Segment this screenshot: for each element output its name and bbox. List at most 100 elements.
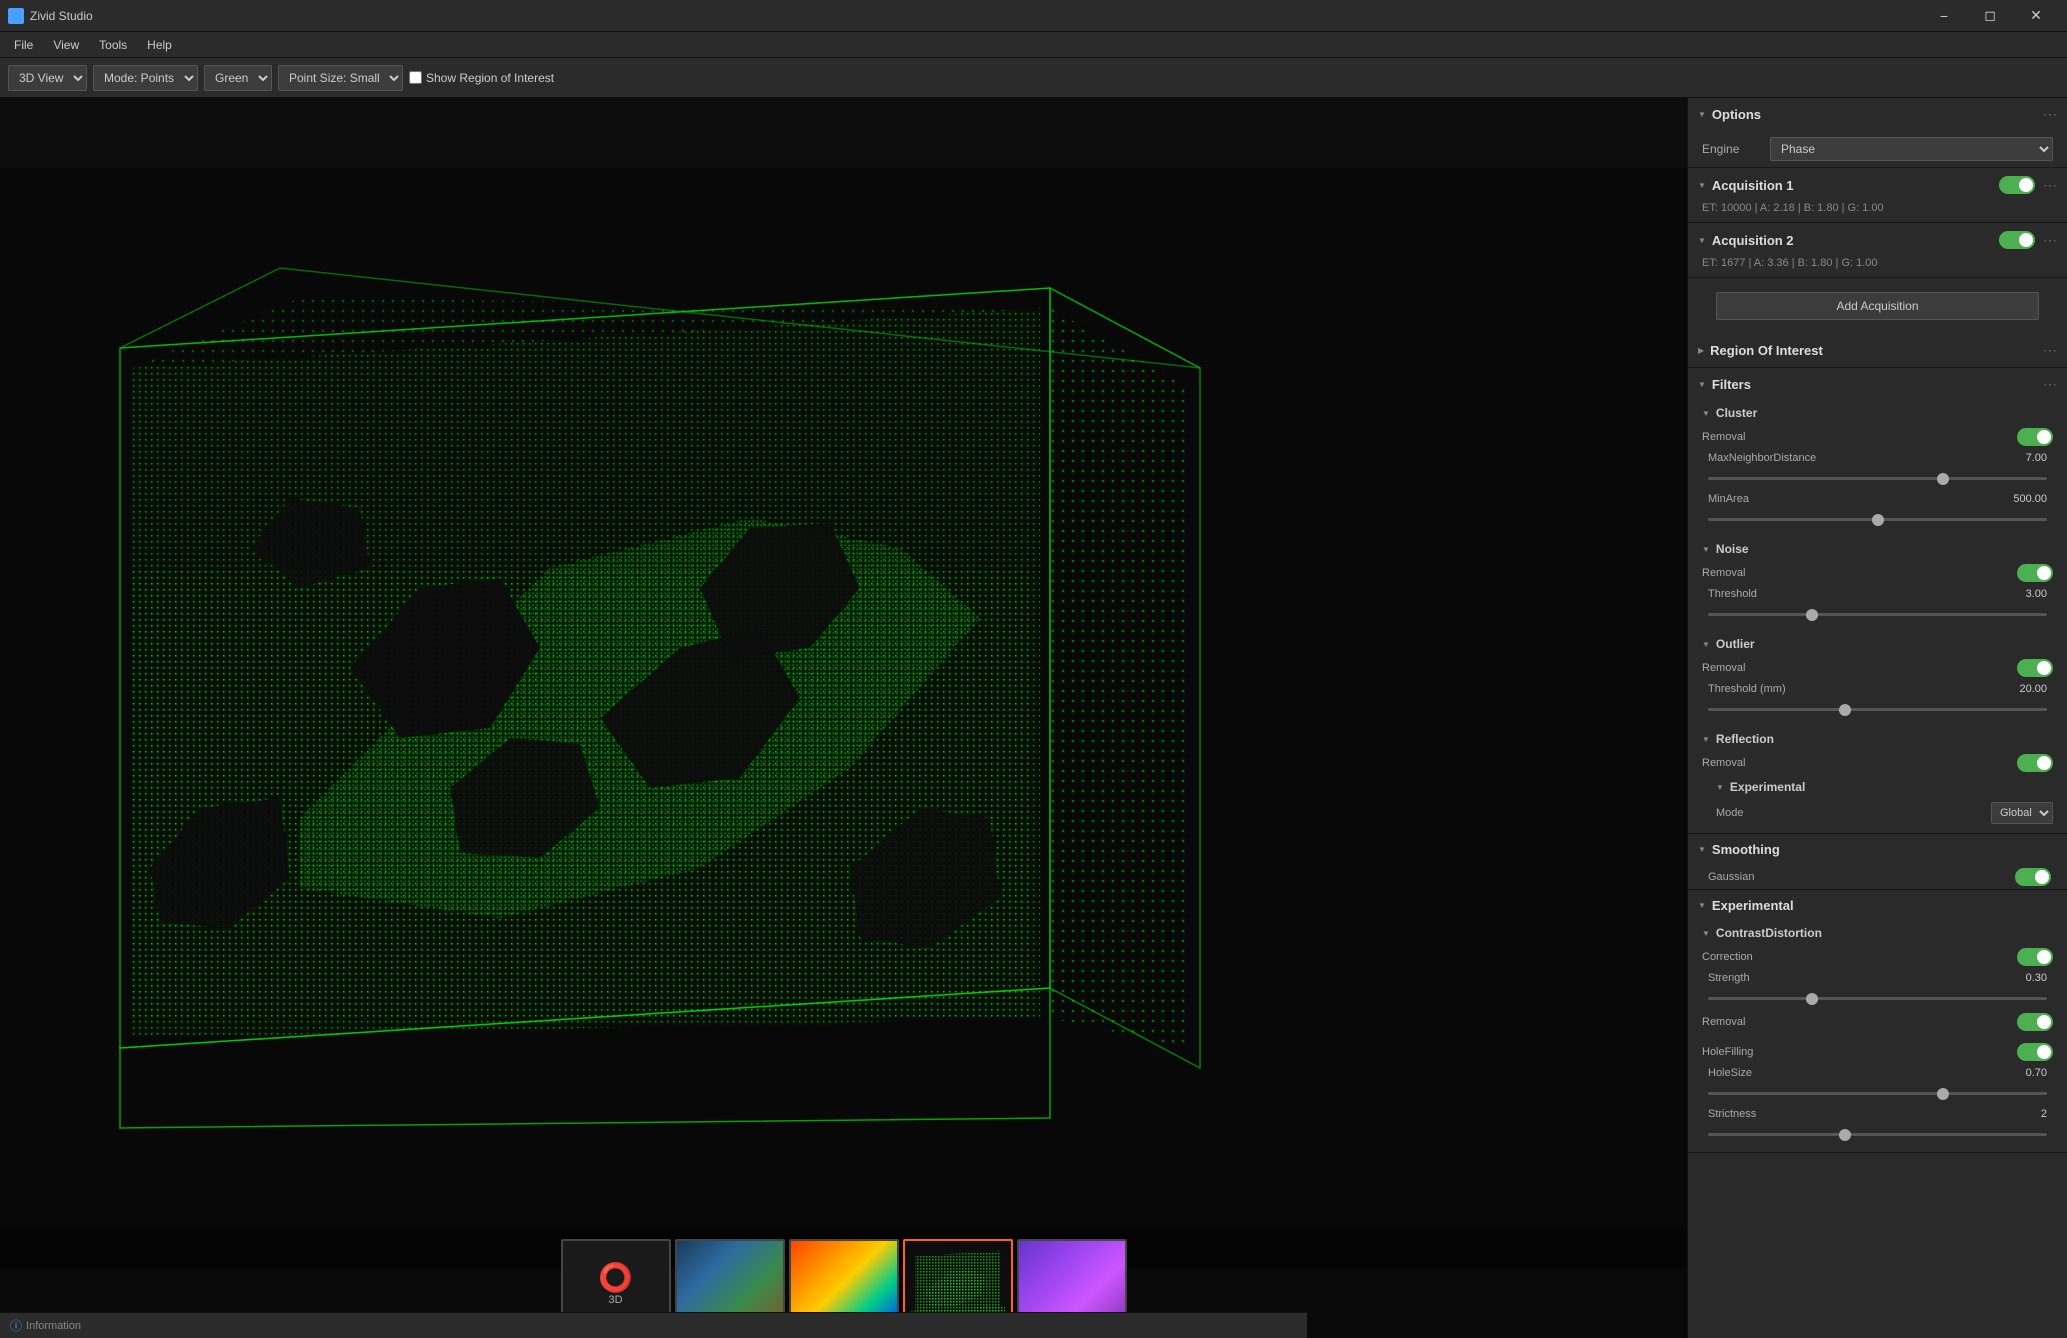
cd-toggle-icon: [1702, 928, 1710, 939]
outlier-threshold-label: Threshold (mm): [1708, 683, 1997, 695]
acquisition1-title: Acquisition 1: [1712, 178, 1999, 193]
engine-row: Engine Phase Stripe: [1688, 131, 2067, 167]
color-select[interactable]: Green: [204, 65, 272, 91]
acquisition1-header: Acquisition 1 ⋯: [1688, 168, 2067, 202]
correction-row: Correction: [1696, 945, 2059, 969]
noise-removal-toggle[interactable]: [2017, 564, 2053, 582]
cluster-minarea-row: MinArea 500.00: [1696, 490, 2059, 508]
filters-toggle-icon: [1698, 379, 1706, 390]
roi-header[interactable]: Region Of Interest ⋯: [1688, 334, 2067, 367]
noise-subsection: Noise Removal Threshold 3.00: [1688, 537, 2067, 632]
cd-removal-row: Removal: [1696, 1010, 2059, 1034]
outlier-removal-toggle[interactable]: [2017, 659, 2053, 677]
acquisition2-header: Acquisition 2 ⋯: [1688, 223, 2067, 257]
cluster-removal-toggle[interactable]: [2017, 428, 2053, 446]
holesize-slider[interactable]: [1708, 1092, 2047, 1095]
cluster-minarea-value: 500.00: [1997, 493, 2047, 505]
outlier-threshold-slider[interactable]: [1708, 708, 2047, 711]
show-roi-label[interactable]: Show Region of Interest: [409, 71, 554, 85]
options-dots[interactable]: ⋯: [2043, 106, 2057, 123]
statusbar: ⓘ Information: [0, 1312, 1307, 1338]
roi-section: Region Of Interest ⋯: [1688, 334, 2067, 368]
acquisition2-section: Acquisition 2 ⋯ ET: 1677 | A: 3.36 | B: …: [1688, 223, 2067, 278]
cluster-maxneighbor-row: MaxNeighborDistance 7.00: [1696, 449, 2059, 467]
smoothing-gaussian-row: Gaussian: [1688, 865, 2067, 889]
roi-dots[interactable]: ⋯: [2043, 342, 2057, 359]
info-icon: ⓘ: [10, 1317, 22, 1334]
smoothing-section: Smoothing Gaussian: [1688, 834, 2067, 890]
acquisition2-toggle[interactable]: [1999, 231, 2035, 249]
options-toggle-icon: [1698, 109, 1706, 120]
smoothing-title: Smoothing: [1712, 842, 2057, 857]
noise-removal-row: Removal: [1696, 561, 2059, 585]
cluster-maxneighbor-slider[interactable]: [1708, 477, 2047, 480]
add-acquisition-button[interactable]: Add Acquisition: [1716, 292, 2039, 320]
menu-tools[interactable]: Tools: [89, 34, 137, 56]
cluster-minarea-slider[interactable]: [1708, 518, 2047, 521]
reflection-mode-label: Mode: [1716, 807, 1991, 819]
cluster-minarea-slider-container: [1696, 508, 2059, 531]
minimize-button[interactable]: −: [1921, 0, 1967, 32]
strictness-slider[interactable]: [1708, 1133, 2047, 1136]
noise-threshold-slider[interactable]: [1708, 613, 2047, 616]
filters-dots[interactable]: ⋯: [2043, 376, 2057, 393]
contrast-distortion-header[interactable]: ContrastDistortion: [1696, 921, 2059, 945]
outlier-subsection: Outlier Removal Threshold (mm) 20.00: [1688, 632, 2067, 727]
smoothing-gaussian-toggle[interactable]: [2015, 868, 2051, 886]
cluster-header[interactable]: Cluster: [1696, 401, 2059, 425]
reflection-exp-toggle-icon: [1716, 782, 1724, 793]
reflection-removal-toggle[interactable]: [2017, 754, 2053, 772]
menubar: File View Tools Help: [0, 32, 2067, 58]
reflection-mode-dropdown[interactable]: Global Local: [1991, 802, 2053, 824]
outlier-threshold-row: Threshold (mm) 20.00: [1696, 680, 2059, 698]
cd-removal-toggle[interactable]: [2017, 1013, 2053, 1031]
maximize-button[interactable]: ◻: [1967, 0, 2013, 32]
cluster-maxneighbor-label: MaxNeighborDistance: [1708, 452, 1997, 464]
reflection-experimental-title: Experimental: [1730, 780, 2053, 794]
point-size-select[interactable]: Point Size: Small: [278, 65, 403, 91]
acquisition1-toggle[interactable]: [1999, 176, 2035, 194]
show-roi-checkbox[interactable]: [409, 71, 422, 84]
viewport[interactable]: ⭕ 3D: [0, 98, 1687, 1338]
options-section: Options ⋯ Engine Phase Stripe: [1688, 98, 2067, 168]
menu-file[interactable]: File: [4, 34, 43, 56]
acq1-dots[interactable]: ⋯: [2043, 177, 2057, 194]
acquisition2-info: ET: 1677 | A: 3.36 | B: 1.80 | G: 1.00: [1688, 257, 2067, 277]
menu-help[interactable]: Help: [137, 34, 182, 56]
noise-toggle-icon: [1702, 544, 1710, 555]
close-button[interactable]: ✕: [2013, 0, 2059, 32]
noise-header[interactable]: Noise: [1696, 537, 2059, 561]
experimental-title: Experimental: [1712, 898, 2057, 913]
contrast-distortion-title: ContrastDistortion: [1716, 926, 2053, 940]
holefilling-toggle[interactable]: [2017, 1043, 2053, 1061]
noise-removal-label: Removal: [1702, 567, 2017, 579]
smoothing-header[interactable]: Smoothing: [1688, 834, 2067, 865]
app-title: Zivid Studio: [30, 9, 93, 23]
holesize-label: HoleSize: [1708, 1067, 1997, 1079]
reflection-removal-label: Removal: [1702, 757, 2017, 769]
strength-slider-container: [1696, 987, 2059, 1010]
pointcloud-view: [0, 98, 1687, 1338]
acq2-dots[interactable]: ⋯: [2043, 232, 2057, 249]
right-panel: Options ⋯ Engine Phase Stripe Acquisitio…: [1687, 98, 2067, 1338]
smoothing-toggle-icon: [1698, 844, 1706, 855]
strength-value: 0.30: [1997, 972, 2047, 984]
strength-slider[interactable]: [1708, 997, 2047, 1000]
reflection-header[interactable]: Reflection: [1696, 727, 2059, 751]
reflection-experimental: Experimental Mode Global Local: [1696, 775, 2059, 827]
strength-label: Strength: [1708, 972, 1997, 984]
mode-select[interactable]: Mode: Points: [93, 65, 198, 91]
outlier-header[interactable]: Outlier: [1696, 632, 2059, 656]
reflection-experimental-header[interactable]: Experimental: [1710, 775, 2059, 799]
options-header[interactable]: Options ⋯: [1688, 98, 2067, 131]
menu-view[interactable]: View: [43, 34, 89, 56]
engine-dropdown[interactable]: Phase Stripe: [1770, 137, 2053, 161]
smoothing-gaussian-label: Gaussian: [1694, 871, 2015, 883]
acquisition1-section: Acquisition 1 ⋯ ET: 10000 | A: 2.18 | B:…: [1688, 168, 2067, 223]
correction-toggle[interactable]: [2017, 948, 2053, 966]
experimental-header[interactable]: Experimental: [1688, 890, 2067, 921]
filters-header[interactable]: Filters ⋯: [1688, 368, 2067, 401]
acquisition1-info: ET: 10000 | A: 2.18 | B: 1.80 | G: 1.00: [1688, 202, 2067, 222]
acq2-toggle-icon: [1698, 235, 1706, 246]
view-mode-select[interactable]: 3D View: [8, 65, 87, 91]
